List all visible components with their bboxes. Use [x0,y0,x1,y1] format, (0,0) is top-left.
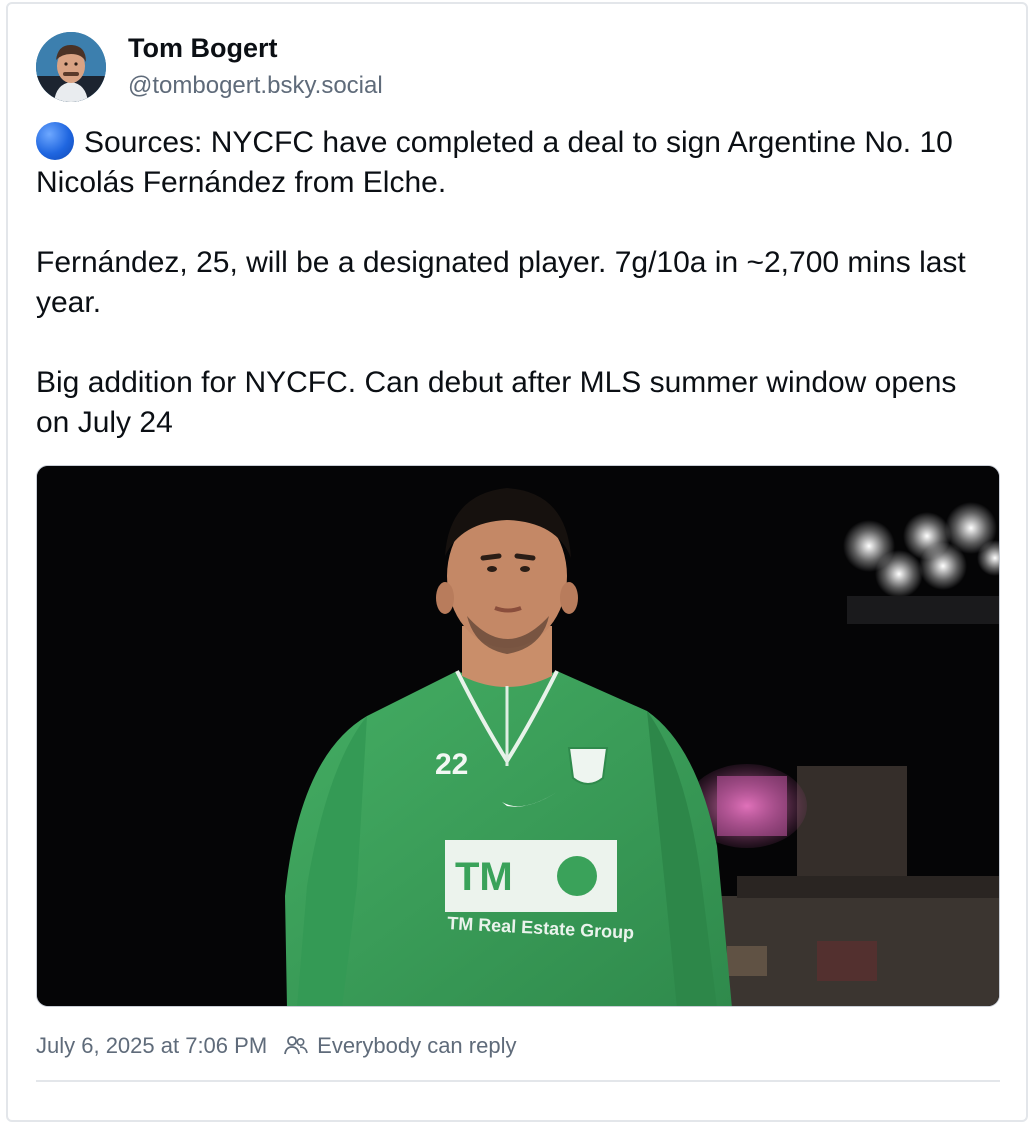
post-body: Sources: NYCFC have completed a deal to … [36,122,996,443]
sponsor-logo: TM [455,855,513,899]
people-icon [284,1036,308,1055]
author-display-name[interactable]: Tom Bogert [128,33,278,64]
author-avatar[interactable] [36,32,106,102]
divider [36,1080,1000,1082]
player-photo: 22 TM TM Real Estate Group [37,466,999,1006]
blue-circle-icon [36,122,74,160]
post-text: Sources: NYCFC have completed a deal to … [36,126,966,439]
jersey-number: 22 [435,748,468,781]
avatar-photo-icon [36,32,106,102]
author-handle[interactable]: @tombogert.bsky.social [128,72,383,100]
post-image[interactable]: 22 TM TM Real Estate Group [36,465,1000,1007]
reply-setting[interactable]: Everybody can reply [317,1033,516,1059]
post-meta: July 6, 2025 at 7:06 PM Everybody can re… [36,1033,516,1059]
post-timestamp[interactable]: July 6, 2025 at 7:06 PM [36,1033,267,1059]
